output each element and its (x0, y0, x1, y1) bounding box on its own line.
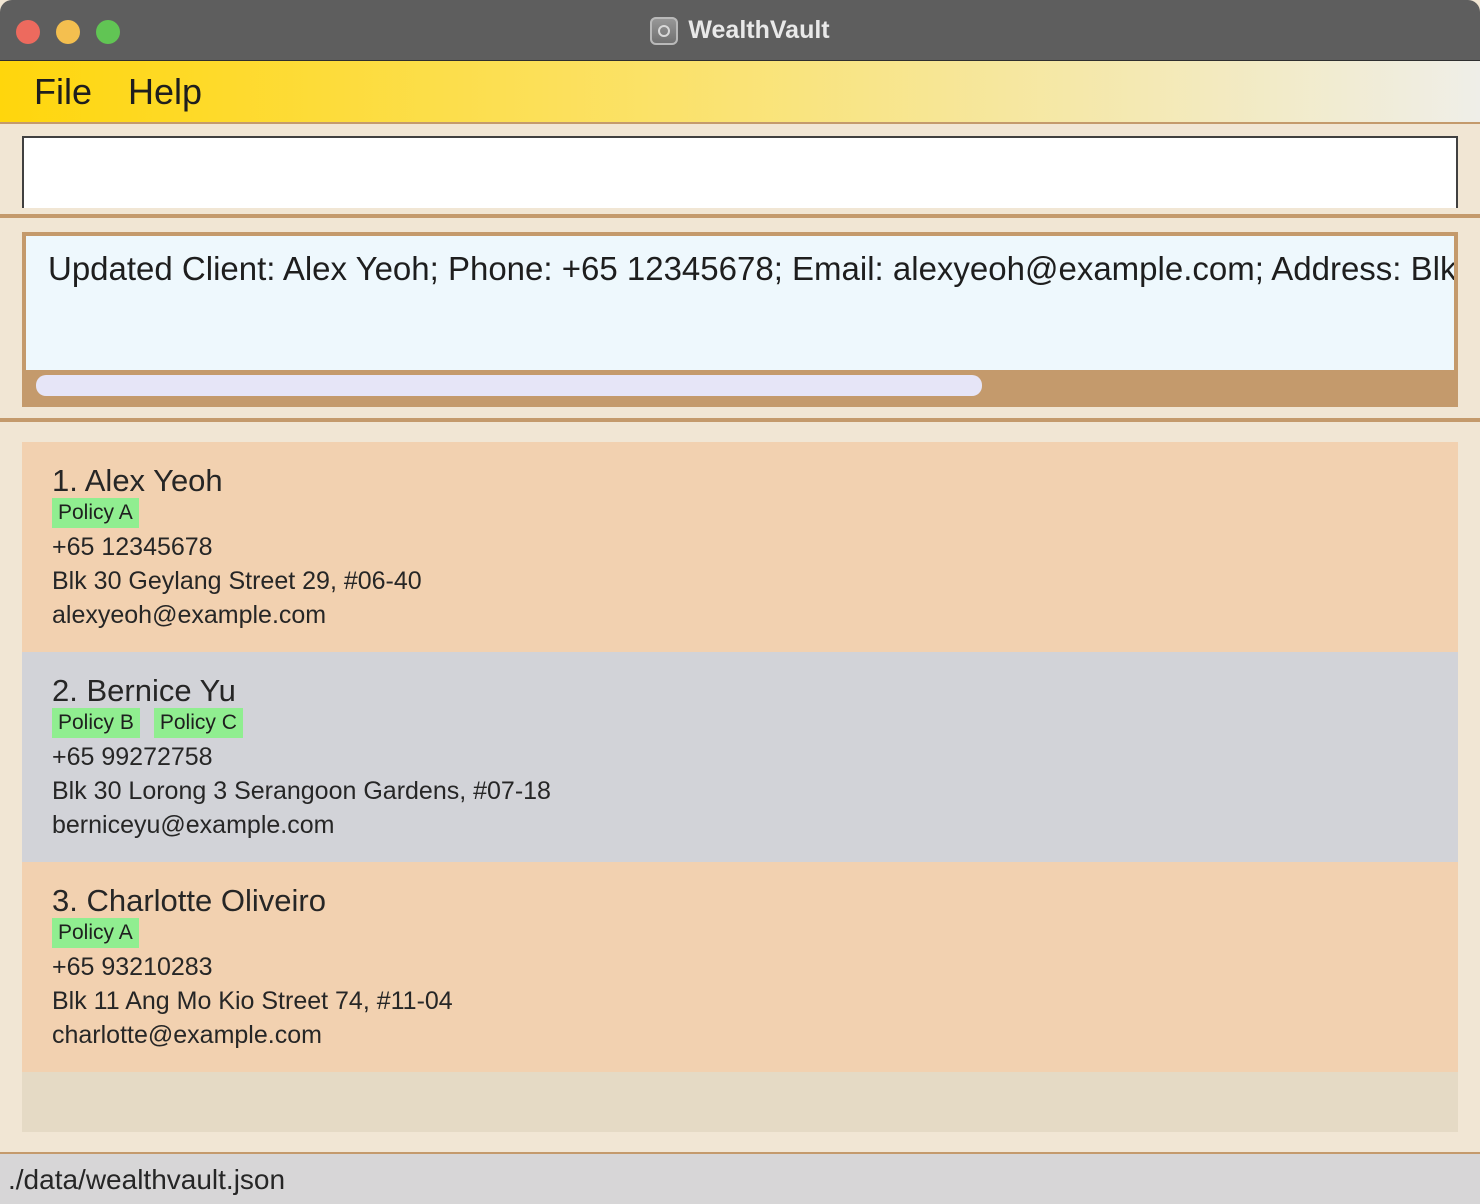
client-email: charlotte@example.com (52, 1021, 322, 1049)
window-title: WealthVault (688, 16, 830, 44)
client-email: berniceyu@example.com (52, 811, 335, 839)
result-display[interactable]: Updated Client: Alex Yeoh; Phone: +65 12… (26, 236, 1454, 370)
result-display-pane: Updated Client: Alex Yeoh; Phone: +65 12… (0, 218, 1480, 422)
client-card[interactable]: 2. Bernice Yu Policy B Policy C +65 9927… (22, 652, 1458, 862)
policy-tag: Policy C (153, 708, 243, 738)
client-phone: +65 99272758 (52, 743, 213, 771)
client-list[interactable]: 1. Alex Yeoh Policy A +65 12345678 Blk 3… (22, 442, 1458, 1132)
client-tags: Policy A (52, 496, 1458, 530)
client-card[interactable]: 1. Alex Yeoh Policy A +65 12345678 Blk 3… (22, 442, 1458, 652)
safe-vault-icon (650, 16, 679, 45)
app-window: WealthVault File Help Updated Client: Al… (0, 0, 1480, 1204)
result-message: Updated Client: Alex Yeoh; Phone: +65 12… (48, 250, 1454, 287)
client-name: 2. Bernice Yu (52, 673, 236, 708)
result-display-frame: Updated Client: Alex Yeoh; Phone: +65 12… (22, 232, 1458, 407)
policy-tag: Policy B (52, 708, 140, 738)
client-address: Blk 30 Geylang Street 29, #06-40 (52, 567, 422, 595)
result-scrollbar-thumb[interactable] (36, 375, 982, 396)
client-phone: +65 93210283 (52, 953, 213, 981)
client-phone: +65 12345678 (52, 533, 213, 561)
save-file-path: ./data/wealthvault.json (8, 1164, 286, 1195)
client-address: Blk 11 Ang Mo Kio Street 74, #11-04 (52, 987, 453, 1015)
status-bar: ./data/wealthvault.json (0, 1152, 1480, 1204)
client-tags: Policy B Policy C (52, 706, 1458, 740)
command-box-pane (0, 124, 1480, 218)
command-input[interactable] (22, 136, 1458, 208)
client-name: 1. Alex Yeoh (52, 463, 223, 498)
title-bar: WealthVault (0, 0, 1480, 61)
result-horizontal-scrollbar[interactable] (26, 370, 1454, 401)
client-list-pane: 1. Alex Yeoh Policy A +65 12345678 Blk 3… (0, 422, 1480, 1152)
client-address: Blk 30 Lorong 3 Serangoon Gardens, #07-1… (52, 777, 551, 805)
menu-help[interactable]: Help (128, 71, 202, 113)
menu-file[interactable]: File (34, 71, 92, 113)
policy-tag: Policy A (52, 918, 139, 948)
policy-tag: Policy A (52, 498, 139, 528)
client-tags: Policy A (52, 916, 1458, 950)
client-card[interactable]: 3. Charlotte Oliveiro Policy A +65 93210… (22, 862, 1458, 1072)
client-email: alexyeoh@example.com (52, 601, 327, 629)
window-title-group: WealthVault (0, 0, 1480, 61)
menu-bar: File Help (0, 61, 1480, 124)
client-name: 3. Charlotte Oliveiro (52, 883, 326, 918)
